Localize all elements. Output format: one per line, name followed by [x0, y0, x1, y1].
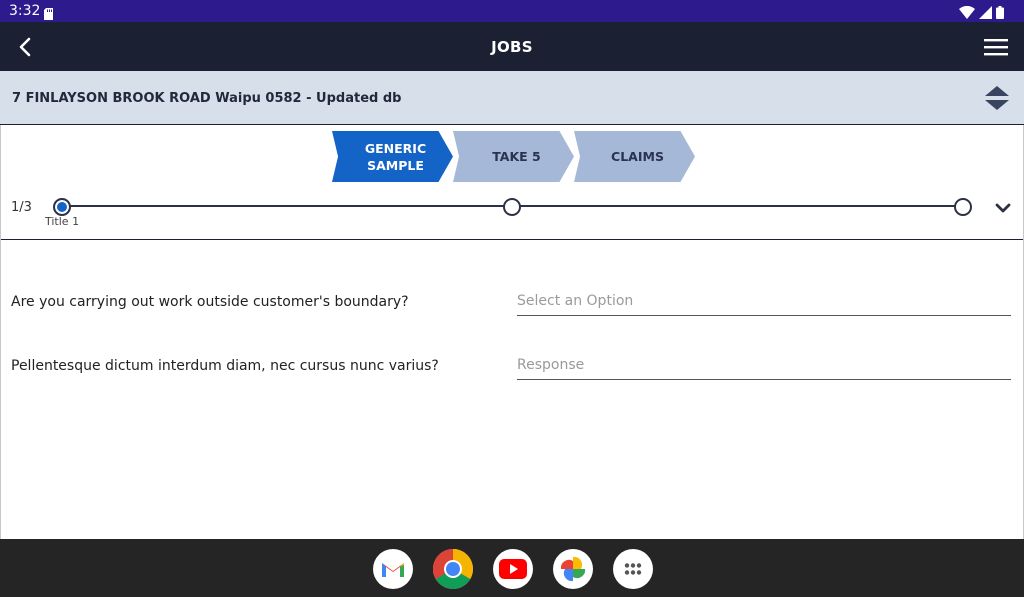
job-address: 7 FINLAYSON BROOK ROAD Waipu 0582 - Upda…	[12, 91, 402, 106]
chrome-icon	[433, 549, 473, 589]
app-bar: JOBS	[0, 22, 1024, 71]
question-label: Are you carrying out work outside custom…	[11, 294, 409, 310]
step-label: GENERIC SAMPLE	[364, 140, 427, 173]
app-drawer[interactable]	[613, 549, 653, 589]
field-placeholder: Select an Option	[517, 293, 634, 309]
youtube-icon	[499, 559, 527, 579]
gmail-icon	[382, 563, 404, 577]
photos-app[interactable]	[553, 549, 593, 589]
system-dock	[0, 539, 1024, 597]
progress-dot-current[interactable]	[53, 198, 71, 216]
step-label: TAKE 5	[492, 149, 541, 164]
content-border-left	[0, 125, 1, 540]
progress-current-label: Title 1	[45, 215, 80, 228]
menu-button[interactable]	[984, 37, 1008, 57]
step-label: CLAIMS	[611, 149, 664, 164]
step-generic-sample[interactable]: GENERIC SAMPLE	[332, 131, 453, 182]
expand-button[interactable]	[993, 200, 1013, 216]
wifi-icon	[959, 4, 975, 23]
app-drawer-icon	[624, 563, 642, 575]
job-address-bar[interactable]: 7 FINLAYSON BROOK ROAD Waipu 0582 - Upda…	[0, 71, 1024, 125]
hamburger-menu-icon	[984, 39, 1008, 56]
progress-dot[interactable]	[954, 198, 972, 216]
status-time: 3:32	[9, 3, 41, 19]
photos-icon	[560, 556, 586, 582]
signal-icon	[979, 4, 992, 23]
select-option-field[interactable]: Select an Option	[517, 291, 1011, 316]
gmail-app[interactable]	[373, 549, 413, 589]
chrome-app[interactable]	[433, 549, 473, 589]
step-take-5[interactable]: TAKE 5	[453, 131, 574, 182]
progress-count: 1/3	[11, 200, 32, 215]
section-divider	[0, 239, 1024, 240]
chevron-down-icon	[995, 203, 1011, 213]
sort-button[interactable]	[984, 85, 1010, 111]
field-placeholder: Response	[517, 357, 585, 373]
page-title: JOBS	[491, 38, 533, 56]
status-bar: 3:32	[0, 0, 1024, 22]
progress-dot[interactable]	[503, 198, 521, 216]
battery-icon	[996, 4, 1004, 23]
youtube-app[interactable]	[493, 549, 533, 589]
sort-up-down-icon	[985, 86, 1009, 110]
step-claims[interactable]: CLAIMS	[574, 131, 695, 182]
response-field[interactable]: Response	[517, 355, 1011, 380]
question-label: Pellentesque dictum interdum diam, nec c…	[11, 358, 439, 374]
